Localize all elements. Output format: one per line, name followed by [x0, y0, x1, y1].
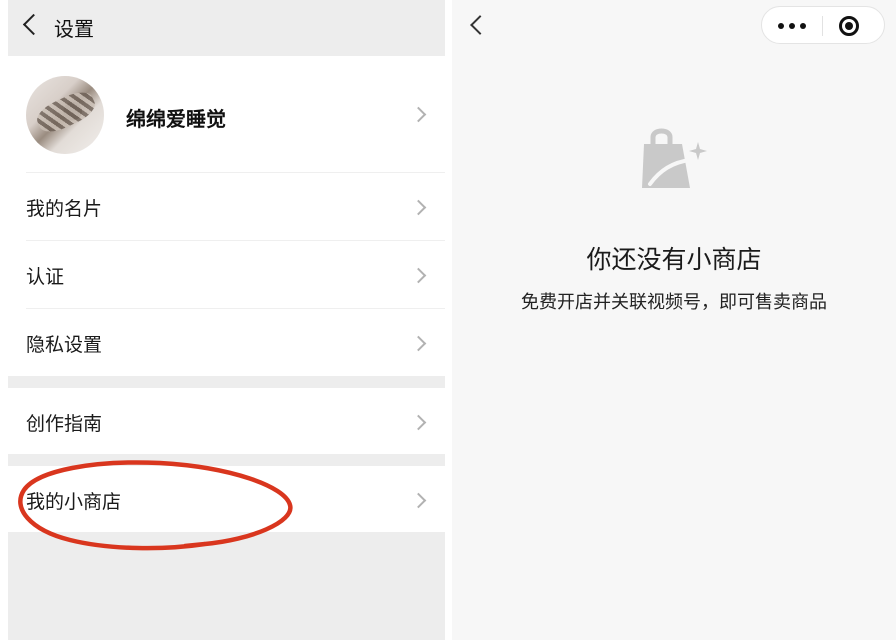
settings-group-creator: 创作指南: [8, 388, 445, 454]
settings-item-label: 我的名片: [26, 198, 103, 220]
mini-program-capsule: [761, 6, 885, 44]
settings-item-label: 创作指南: [26, 413, 103, 435]
settings-item-privacy[interactable]: 隐私设置: [8, 309, 445, 375]
shop-panel: 你还没有小商店 免费开店并关联视频号，即可售卖商品: [452, 0, 896, 640]
empty-state-subtitle: 免费开店并关联视频号，即可售卖商品: [521, 292, 827, 313]
profile-row[interactable]: 绵绵爱睡觉: [8, 56, 445, 172]
settings-header: 设置: [8, 0, 445, 54]
chevron-right-icon: [410, 414, 427, 431]
settings-item-creator-guide[interactable]: 创作指南: [8, 388, 445, 454]
profile-name: 绵绵爱睡觉: [126, 107, 226, 131]
chevron-right-icon: [410, 335, 427, 352]
settings-item-label: 认证: [26, 266, 65, 288]
settings-group-main: 绵绵爱睡觉 我的名片 认证 隐私设置: [8, 56, 445, 376]
chevron-right-icon: [410, 106, 427, 123]
settings-item-label: 我的小商店: [26, 491, 122, 513]
settings-item-verification[interactable]: 认证: [8, 241, 445, 307]
chevron-right-icon: [410, 199, 427, 216]
settings-item-business-card[interactable]: 我的名片: [8, 173, 445, 239]
chevron-right-icon: [410, 267, 427, 284]
settings-group-shop: 我的小商店: [8, 466, 445, 532]
shopping-bag-sparkle-icon: [642, 128, 707, 188]
capsule-divider: [822, 16, 823, 36]
settings-background: 设置 绵绵爱睡觉 我的名片 认证 隐私设置 创作指南 我的小商店: [8, 0, 445, 640]
empty-state-title: 你还没有小商店: [586, 245, 762, 274]
settings-item-my-shop[interactable]: 我的小商店: [8, 466, 445, 532]
cat-photo-stripes: [32, 86, 100, 138]
back-chevron-icon[interactable]: [22, 13, 45, 36]
back-chevron-icon[interactable]: [470, 15, 490, 35]
chevron-right-icon: [410, 492, 427, 509]
page-title: 设置: [54, 17, 94, 41]
close-target-icon[interactable]: [839, 16, 859, 36]
settings-panel: 设置 绵绵爱睡觉 我的名片 认证 隐私设置 创作指南 我的小商店: [0, 0, 452, 640]
avatar: [26, 76, 104, 154]
settings-item-label: 隐私设置: [26, 334, 103, 356]
more-dots-icon[interactable]: [778, 23, 806, 29]
